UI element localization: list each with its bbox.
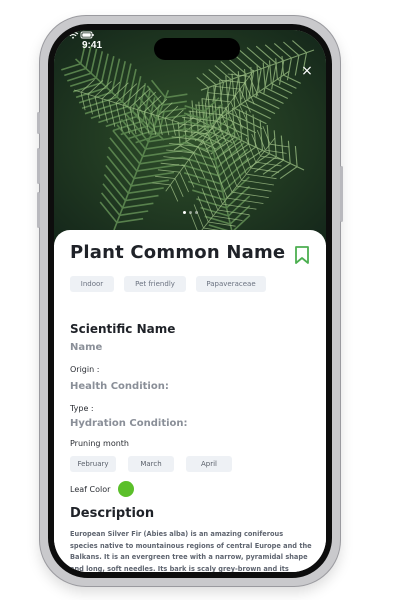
origin-label: Origin : — [70, 365, 100, 374]
leaf-color-swatch — [118, 481, 135, 497]
close-button[interactable]: × — [300, 64, 314, 78]
status-time: 9:41 — [82, 40, 103, 51]
app-screen: 9:41 × Plant Common Name Indoor Pet frie… — [54, 30, 326, 572]
type-label: Type : — [70, 404, 94, 413]
phone-power-button — [340, 166, 343, 222]
plant-details-sheet: Plant Common Name Indoor Pet friendly Pa… — [54, 230, 326, 572]
plant-hero-image: 9:41 × — [54, 30, 326, 245]
plant-tags: Indoor Pet friendly Papaveraceae — [70, 276, 276, 292]
image-pager-dots[interactable] — [54, 211, 326, 214]
battery-icon — [80, 31, 94, 39]
pager-dot[interactable] — [194, 211, 198, 214]
dynamic-island — [154, 38, 240, 60]
bookmark-icon[interactable] — [294, 245, 310, 265]
pager-dot[interactable] — [182, 211, 186, 214]
month-chip: March — [128, 456, 174, 472]
description-heading: Description — [70, 506, 155, 521]
phone-volume-down-button — [37, 192, 40, 228]
leaf-color-row: Leaf Color — [70, 481, 135, 497]
tag-chip: Indoor — [70, 276, 114, 292]
hydration-condition-label: Hydration Condition: — [70, 418, 188, 429]
plant-common-name: Plant Common Name — [70, 242, 286, 263]
wifi-icon — [67, 31, 79, 39]
scientific-name-value: Name — [70, 342, 103, 353]
scientific-name-heading: Scientific Name — [70, 322, 176, 336]
tag-chip: Papaveraceae — [196, 276, 266, 292]
month-chip: April — [186, 456, 232, 472]
pruning-month-label: Pruning month — [70, 439, 129, 448]
month-chip: February — [70, 456, 116, 472]
description-text: European Silver Fir (Abies alba) is an a… — [70, 530, 312, 572]
cellular-signal-icon — [54, 31, 65, 39]
phone-bezel: 9:41 × Plant Common Name Indoor Pet frie… — [48, 24, 332, 578]
pager-dot[interactable] — [188, 211, 192, 214]
health-condition-label: Health Condition: — [70, 381, 169, 392]
leaf-color-label: Leaf Color — [70, 484, 111, 494]
phone-frame: 9:41 × Plant Common Name Indoor Pet frie… — [37, 16, 343, 586]
phone-side-button — [37, 112, 40, 134]
phone-volume-up-button — [37, 148, 40, 184]
status-icons — [54, 31, 94, 39]
tag-chip: Pet friendly — [124, 276, 186, 292]
pruning-months: February March April — [70, 456, 244, 472]
